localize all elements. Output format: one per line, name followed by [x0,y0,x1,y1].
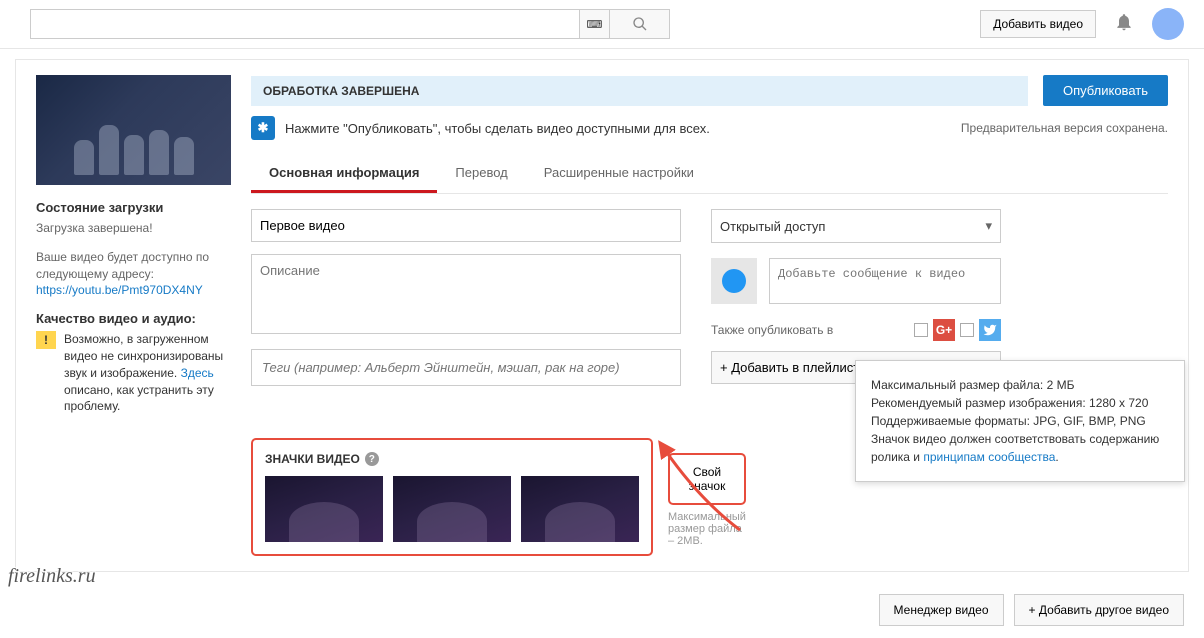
content-area: ОБРАБОТКА ЗАВЕРШЕНА Опубликовать ✱ Нажми… [251,75,1168,556]
thumbs-heading-text: ЗНАЧКИ ВИДЕО [265,452,360,466]
tooltip-filesize: Максимальный размер файла: 2 МБ Рекоменд… [855,360,1185,482]
warning-text-2: описано, как устранить эту проблему. [64,383,214,414]
thumb-option-1[interactable] [265,476,383,542]
notifications-icon[interactable] [1114,12,1134,37]
upload-complete-text: Загрузка завершена! [36,220,231,237]
gplus-checkbox[interactable] [914,323,928,337]
warning-link[interactable]: Здесь [181,366,214,380]
sync-warning: ! Возможно, в загруженном видео не синхр… [36,331,231,415]
tabs: Основная информация Перевод Расширенные … [251,155,1168,194]
tags-input[interactable] [251,349,681,386]
thumb-option-2[interactable] [393,476,511,542]
tooltip-line4: Значок видео должен соответствовать соде… [871,430,1169,466]
video-url-link[interactable]: https://youtu.be/Pmt970DX4NY [36,283,203,297]
video-available-text: Ваше видео будет доступно по следующему … [36,250,209,281]
also-publish-label: Также опубликовать в [711,323,833,337]
thumbs-heading: ЗНАЧКИ ВИДЕО ? [265,452,639,466]
tooltip-line2: Рекомендуемый размер изображения: 1280 x… [871,394,1169,412]
keyboard-icon[interactable]: ⌨ [580,9,610,39]
quality-heading: Качество видео и аудио: [36,311,231,326]
tooltip-line4b: . [1055,450,1058,464]
header-right: Добавить видео [980,8,1184,40]
share-message-input[interactable] [769,258,1001,304]
also-publish-row: Также опубликовать в G+ [711,319,1001,341]
title-input[interactable] [251,209,681,242]
main-container: Состояние загрузки Загрузка завершена! В… [15,59,1189,572]
tooltip-line3: Поддерживаемые форматы: JPG, GIF, BMP, P… [871,412,1169,430]
add-video-button[interactable]: Добавить видео [980,10,1096,38]
info-icon: ✱ [251,116,275,140]
search-container: ⌨ [30,9,670,39]
gplus-icon[interactable]: G+ [933,319,955,341]
video-url-label: Ваше видео будет доступно по следующему … [36,249,231,299]
publish-notice: Нажмите "Опубликовать", чтобы сделать ви… [285,121,710,136]
top-row: ОБРАБОТКА ЗАВЕРШЕНА Опубликовать [251,75,1168,106]
search-input[interactable] [30,9,580,39]
search-button[interactable] [610,9,670,39]
description-textarea[interactable] [251,254,681,334]
twitter-checkbox[interactable] [960,323,974,337]
draft-saved-text: Предварительная версия сохранена. [961,121,1168,135]
notice-row: ✱ Нажмите "Опубликовать", чтобы сделать … [251,106,1168,150]
thumb-option-3[interactable] [521,476,639,542]
thumbs-row [265,476,639,542]
help-icon[interactable]: ? [365,452,379,466]
header: ⌨ Добавить видео [0,0,1204,49]
video-manager-button[interactable]: Менеджер видео [879,594,1004,626]
visibility-select[interactable]: Открытый доступ ▾ [711,209,1001,243]
twitter-icon[interactable] [979,319,1001,341]
tooltip-line1: Максимальный размер файла: 2 МБ [871,376,1169,394]
tab-translation[interactable]: Перевод [437,155,525,193]
user-avatar[interactable] [1152,8,1184,40]
thumbnails-section: ЗНАЧКИ ВИДЕО ? [251,438,653,556]
bottom-buttons: Менеджер видео + Добавить другое видео [0,582,1204,638]
tab-advanced[interactable]: Расширенные настройки [526,155,712,193]
community-guidelines-link[interactable]: принципам сообщества [923,450,1055,464]
warning-icon: ! [36,331,56,349]
publish-button[interactable]: Опубликовать [1043,75,1168,106]
tab-basic-info[interactable]: Основная информация [251,155,437,193]
visibility-value: Открытый доступ [720,219,825,234]
share-avatar [711,258,757,304]
chevron-down-icon: ▾ [985,218,992,234]
form-left: ЗНАЧКИ ВИДЕО ? Свой значок Максимальный … [251,209,681,556]
upload-status-heading: Состояние загрузки [36,200,231,215]
add-another-video-button[interactable]: + Добавить другое видео [1014,594,1184,626]
processing-status: ОБРАБОТКА ЗАВЕРШЕНА [251,76,1028,106]
video-preview-thumb[interactable] [36,75,231,185]
watermark: firelinks.ru [8,565,96,588]
left-sidebar: Состояние загрузки Загрузка завершена! В… [36,75,231,556]
share-row [711,258,1001,304]
